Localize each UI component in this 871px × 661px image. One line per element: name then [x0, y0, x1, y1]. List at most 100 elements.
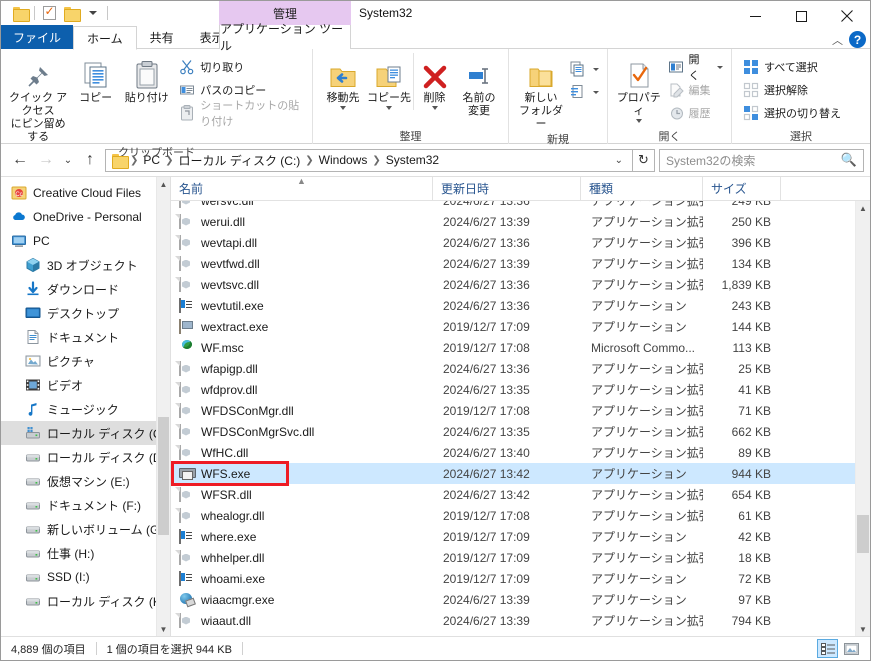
table-row[interactable]: whealogr.dll 2019/12/7 17:08 アプリケーション拡張 61 …: [171, 505, 870, 526]
column-header-size[interactable]: サイズ: [703, 176, 781, 201]
table-row[interactable]: werui.dll 2024/6/27 13:39 アプリケーション拡張 250 KB: [171, 211, 870, 232]
open-button[interactable]: 開く: [665, 54, 726, 82]
properties-icon[interactable]: [38, 2, 60, 24]
tab-share[interactable]: 共有: [137, 25, 187, 49]
copy-to-button[interactable]: コピー先: [365, 53, 413, 110]
details-view-button[interactable]: [817, 639, 838, 658]
chevron-up-icon[interactable]: ︿: [832, 32, 843, 48]
sidebar-item-1[interactable]: OneDrive - Personal: [1, 205, 170, 229]
chevron-down-icon[interactable]: [340, 106, 346, 110]
paste-button[interactable]: 貼り付け: [121, 53, 172, 105]
table-row[interactable]: where.exe 2019/12/7 17:09 アプリケーション 42 KB: [171, 526, 870, 547]
table-row[interactable]: wevtsvc.dll 2024/6/27 13:36 アプリケーション拡張 1,83…: [171, 274, 870, 295]
scroll-up-icon[interactable]: ▲: [157, 177, 170, 191]
edit-button[interactable]: 編集: [665, 80, 726, 100]
table-row[interactable]: WfHC.dll 2024/6/27 13:40 アプリケーション拡張 89 KB: [171, 442, 870, 463]
tab-home[interactable]: ホーム: [73, 26, 137, 50]
table-row[interactable]: WF.msc 2019/12/7 17:08 Microsoft Commo... 1…: [171, 337, 870, 358]
file-list-scrollbar[interactable]: ▲ ▼: [855, 201, 870, 636]
sidebar-item-12[interactable]: 仮想マシン (E:): [1, 469, 170, 493]
table-row[interactable]: wersvc.dll 2024/6/27 13:36 アプリケーション拡張249 K…: [171, 201, 870, 211]
column-header-name[interactable]: ▲ 名前: [171, 176, 433, 201]
breadcrumb-item-system32[interactable]: System32: [382, 150, 443, 171]
select-all-button[interactable]: すべて選択: [740, 57, 844, 77]
table-row[interactable]: whhelper.dll 2019/12/7 17:09 アプリケーション拡張 18 …: [171, 547, 870, 568]
column-header-type[interactable]: 種類: [581, 176, 703, 201]
file-type-cell: アプリケーション: [591, 572, 687, 586]
sidebar-item-7[interactable]: ピクチャ: [1, 349, 170, 373]
chevron-down-icon[interactable]: ⌄: [608, 155, 630, 166]
scroll-up-icon[interactable]: ▲: [856, 201, 870, 215]
search-icon[interactable]: 🔍: [841, 152, 857, 168]
table-row[interactable]: WFSR.dll 2024/6/27 13:42 アプリケーション拡張 654 KB: [171, 484, 870, 505]
navigation-scrollbar[interactable]: ▲ ▼: [156, 177, 170, 636]
customize-qat-icon[interactable]: [82, 2, 104, 24]
rename-button[interactable]: 名前の 変更: [455, 53, 503, 118]
sidebar-item-2[interactable]: PC: [1, 229, 170, 253]
properties-button[interactable]: プロパティ: [613, 53, 665, 123]
invert-selection-button[interactable]: 選択の切り替え: [740, 103, 844, 123]
table-row[interactable]: wevtapi.dll 2024/6/27 13:36 アプリケーション拡張 396 …: [171, 232, 870, 253]
easy-access-button[interactable]: [567, 82, 602, 102]
move-to-button[interactable]: 移動先: [321, 53, 365, 110]
copy-button[interactable]: コピー: [70, 53, 121, 105]
sidebar-item-11[interactable]: ローカル ディスク (D:): [1, 445, 170, 469]
zip-exe-icon: [179, 318, 195, 335]
sidebar-item-3[interactable]: 3D オブジェクト: [1, 253, 170, 277]
select-none-button[interactable]: 選択解除: [740, 80, 844, 100]
sidebar-item-15[interactable]: 仕事 (H:): [1, 541, 170, 565]
column-header-date[interactable]: 更新日時: [433, 176, 581, 201]
folder-icon[interactable]: [9, 2, 31, 24]
chevron-down-icon[interactable]: [717, 65, 723, 69]
search-input[interactable]: System32の検索 🔍: [659, 148, 864, 172]
sidebar-item-8[interactable]: ビデオ: [1, 373, 170, 397]
table-row[interactable]: WFDSConMgr.dll 2019/12/7 17:08 アプリケーション拡張 7…: [171, 400, 870, 421]
pin-to-quick-access-button[interactable]: クイック アクセス にピン留めする: [6, 53, 70, 144]
table-row[interactable]: wfdprov.dll 2024/6/27 13:35 アプリケーション拡張 41 K…: [171, 379, 870, 400]
tab-application-tools[interactable]: アプリケーション ツール: [219, 22, 351, 53]
breadcrumb-item-windows[interactable]: Windows: [315, 150, 372, 171]
table-row[interactable]: wextract.exe 2019/12/7 17:09 アプリケーション 144 K…: [171, 316, 870, 337]
history-button[interactable]: 履歴: [665, 103, 726, 123]
table-row[interactable]: whoami.exe 2019/12/7 17:09 アプリケーション 72 KB: [171, 568, 870, 589]
sidebar-item-17[interactable]: ローカル ディスク (K:): [1, 589, 170, 613]
music-icon: [25, 401, 41, 417]
table-row[interactable]: wfapigp.dll 2024/6/27 13:36 アプリケーション拡張 25 K…: [171, 358, 870, 379]
new-item-button[interactable]: [567, 59, 602, 79]
paste-shortcut-button[interactable]: ショートカットの貼り付け: [176, 100, 307, 128]
cut-button[interactable]: 切り取り: [176, 57, 307, 77]
scroll-down-icon[interactable]: ▼: [856, 622, 870, 636]
refresh-button[interactable]: ↻: [633, 148, 655, 172]
sidebar-item-9[interactable]: ミュージック: [1, 397, 170, 421]
delete-button[interactable]: 削除: [413, 53, 455, 110]
new-folder-icon[interactable]: [60, 2, 82, 24]
sidebar-item-5[interactable]: デスクトップ: [1, 301, 170, 325]
large-icons-view-button[interactable]: [841, 639, 862, 658]
table-row[interactable]: wevtutil.exe 2024/6/27 13:36 アプリケーション 243 K…: [171, 295, 870, 316]
table-row[interactable]: WFDSConMgrSvc.dll 2024/6/27 13:35 アプリケーション…: [171, 421, 870, 442]
chevron-down-icon[interactable]: [386, 106, 392, 110]
file-list-scroll-thumb[interactable]: [857, 515, 869, 553]
sidebar-item-6[interactable]: ドキュメント: [1, 325, 170, 349]
help-icon[interactable]: ?: [849, 31, 866, 48]
sidebar-item-10[interactable]: ローカル ディスク (C:): [1, 421, 170, 445]
tab-file[interactable]: ファイル: [1, 25, 74, 49]
navigation-scroll-thumb[interactable]: [158, 417, 169, 535]
table-row[interactable]: wiaacmgr.exe 2024/6/27 13:39 アプリケーション 97 KB: [171, 589, 870, 610]
scroll-down-icon[interactable]: ▼: [157, 622, 170, 636]
sidebar-item-16[interactable]: SSD (I:): [1, 565, 170, 589]
table-row[interactable]: wiaaut.dll 2024/6/27 13:39 アプリケーション拡張 794 K…: [171, 610, 870, 631]
sidebar-item-14[interactable]: 新しいボリューム (G:): [1, 517, 170, 541]
sidebar-item-4[interactable]: ダウンロード: [1, 277, 170, 301]
sidebar-item-0[interactable]: Cc Creative Cloud Files: [1, 181, 170, 205]
new-folder-button[interactable]: 新しい フォルダー: [515, 53, 567, 131]
table-row[interactable]: WFS.exe 2024/6/27 13:42 アプリケーション 944 KB: [171, 463, 870, 484]
chevron-down-icon[interactable]: [431, 106, 438, 110]
chevron-down-icon[interactable]: [593, 90, 599, 94]
sidebar-item-13[interactable]: ドキュメント (F:): [1, 493, 170, 517]
chevron-down-icon[interactable]: [593, 67, 599, 71]
table-row[interactable]: wevtfwd.dll 2024/6/27 13:39 アプリケーション拡張 134 …: [171, 253, 870, 274]
chevron-down-icon[interactable]: [635, 119, 642, 123]
file-type-cell: アプリケーション拡張: [591, 215, 703, 229]
drive-icon: [25, 473, 41, 489]
